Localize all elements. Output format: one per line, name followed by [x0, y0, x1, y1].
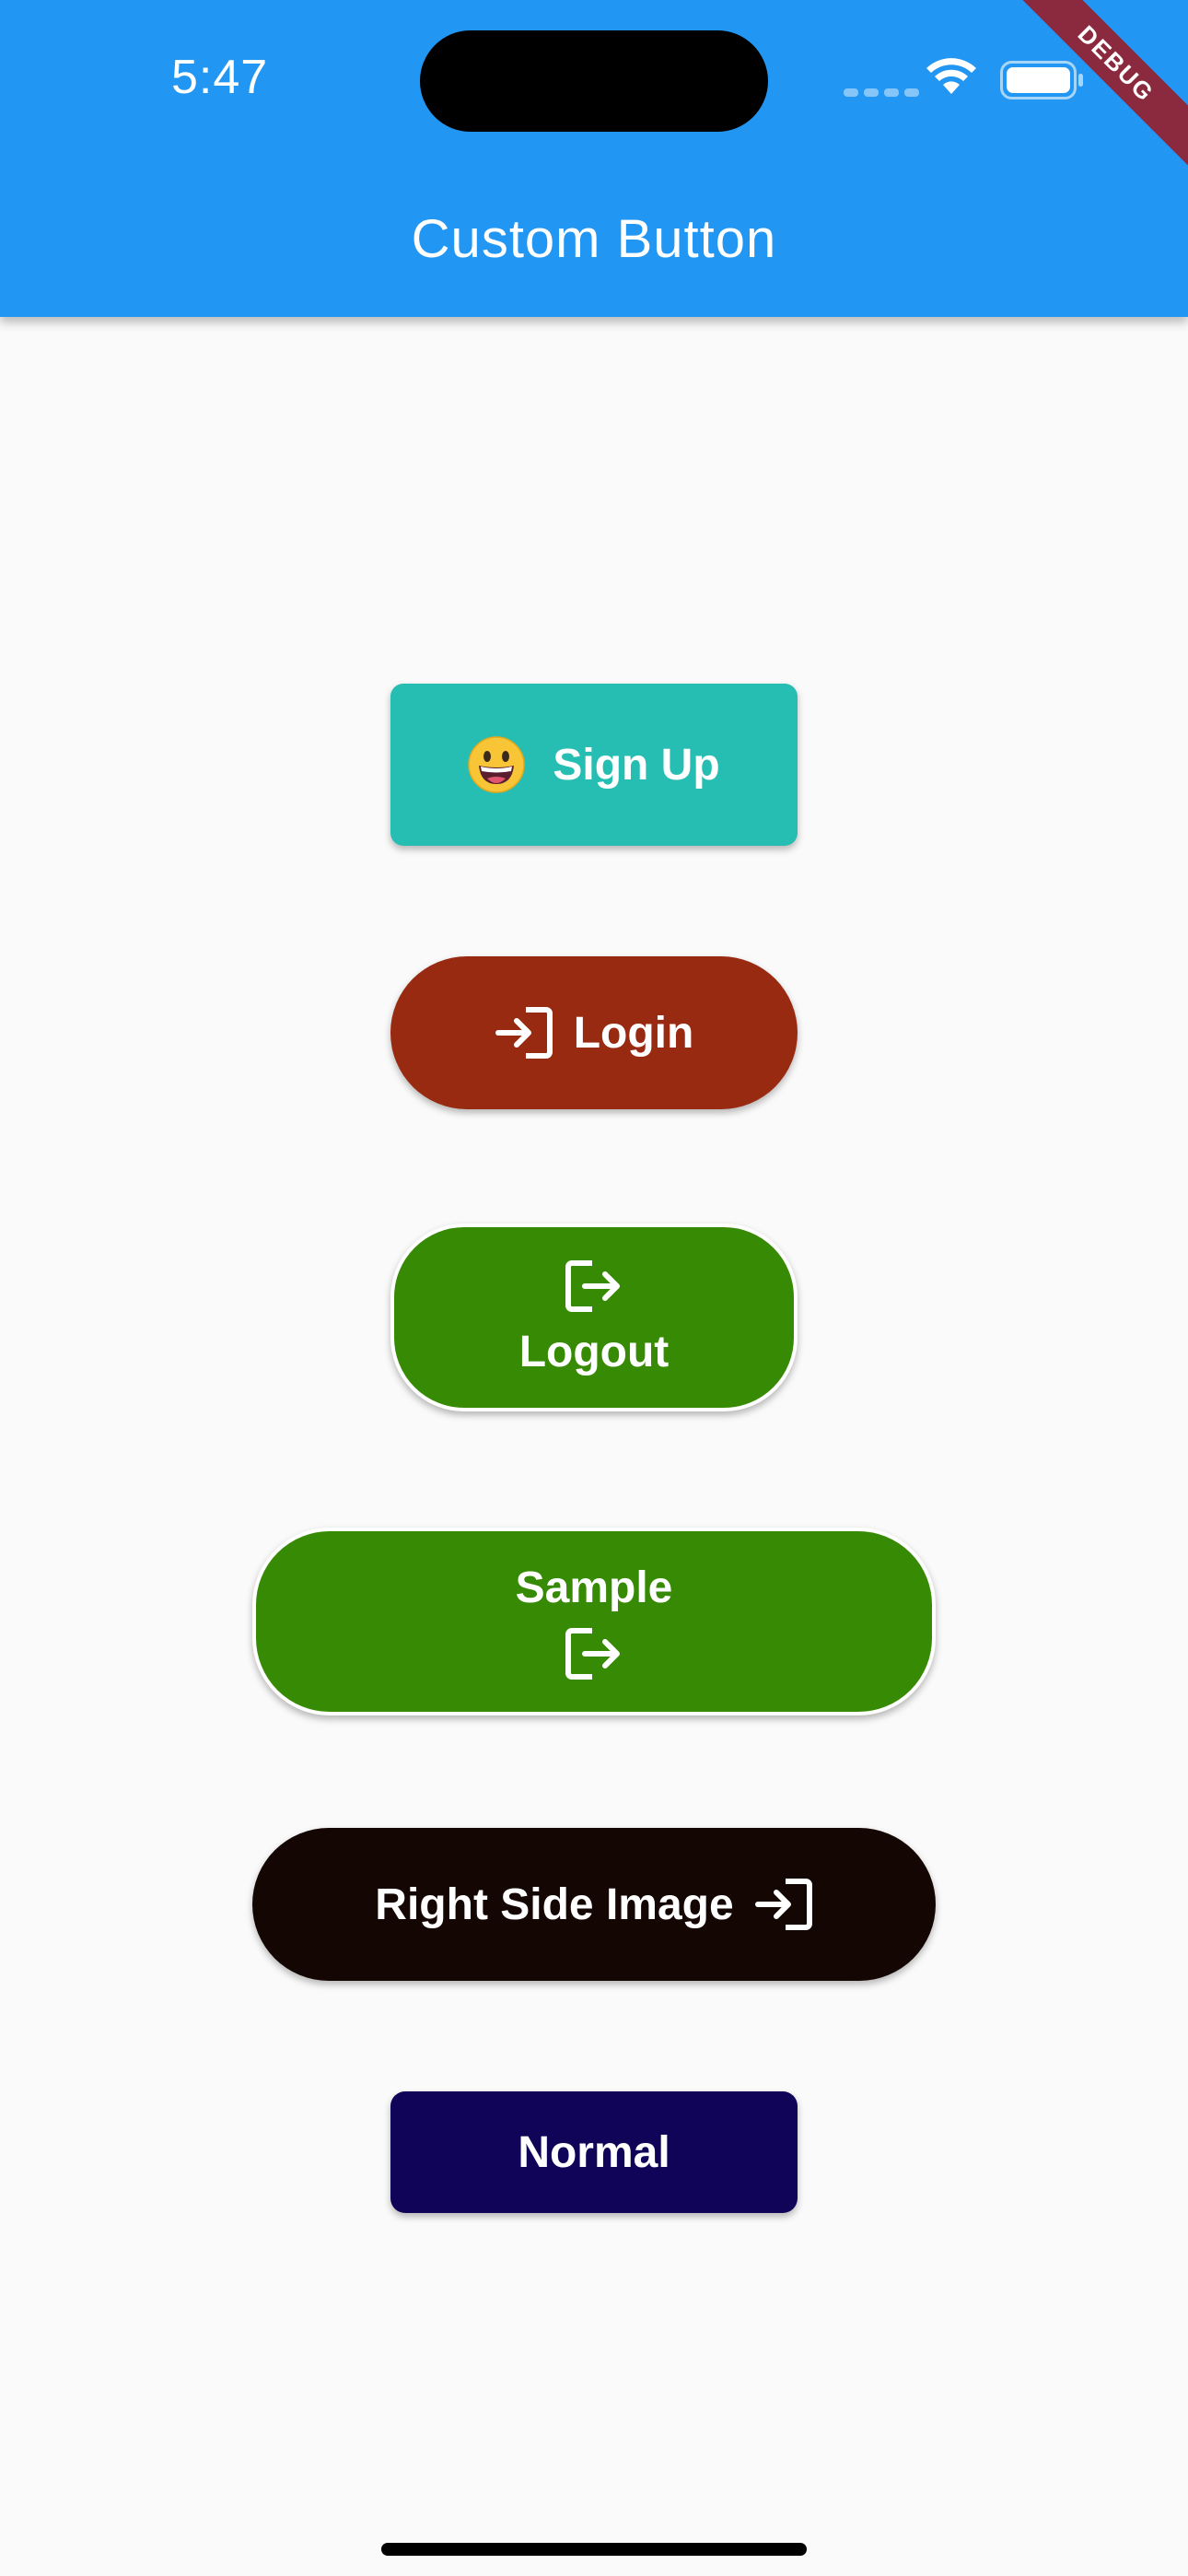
- status-time: 5:47: [171, 51, 269, 104]
- dynamic-island: [420, 30, 768, 132]
- sample-label: Sample: [515, 1563, 673, 1612]
- login-icon: [495, 1007, 553, 1059]
- logout-icon: [565, 1627, 620, 1680]
- sign-up-label: Sign Up: [553, 740, 720, 790]
- page-title: Custom Button: [411, 209, 777, 269]
- grinning-face-emoji-icon: [468, 736, 526, 793]
- logout-button[interactable]: Logout: [390, 1224, 798, 1411]
- wifi-icon: [926, 58, 976, 94]
- cellular-dots-icon: [844, 88, 919, 97]
- logout-label: Logout: [518, 1327, 670, 1376]
- login-icon: [754, 1879, 812, 1930]
- login-label: Login: [573, 1008, 694, 1058]
- app-bar: 5:47 Custom Button: [0, 0, 1188, 317]
- right-side-image-label: Right Side Image: [375, 1879, 734, 1929]
- app-screen: 5:47 Custom Button DEBUG Sign Up Login L…: [0, 0, 1188, 2576]
- normal-button[interactable]: Normal: [390, 2091, 798, 2213]
- sample-button[interactable]: Sample: [252, 1528, 936, 1715]
- battery-icon: [1000, 61, 1083, 100]
- right-side-image-button[interactable]: Right Side Image: [252, 1828, 936, 1981]
- logout-icon: [565, 1259, 620, 1312]
- login-button[interactable]: Login: [390, 956, 798, 1109]
- sign-up-button[interactable]: Sign Up: [390, 684, 798, 846]
- normal-label: Normal: [518, 2127, 670, 2177]
- home-indicator[interactable]: [381, 2543, 807, 2556]
